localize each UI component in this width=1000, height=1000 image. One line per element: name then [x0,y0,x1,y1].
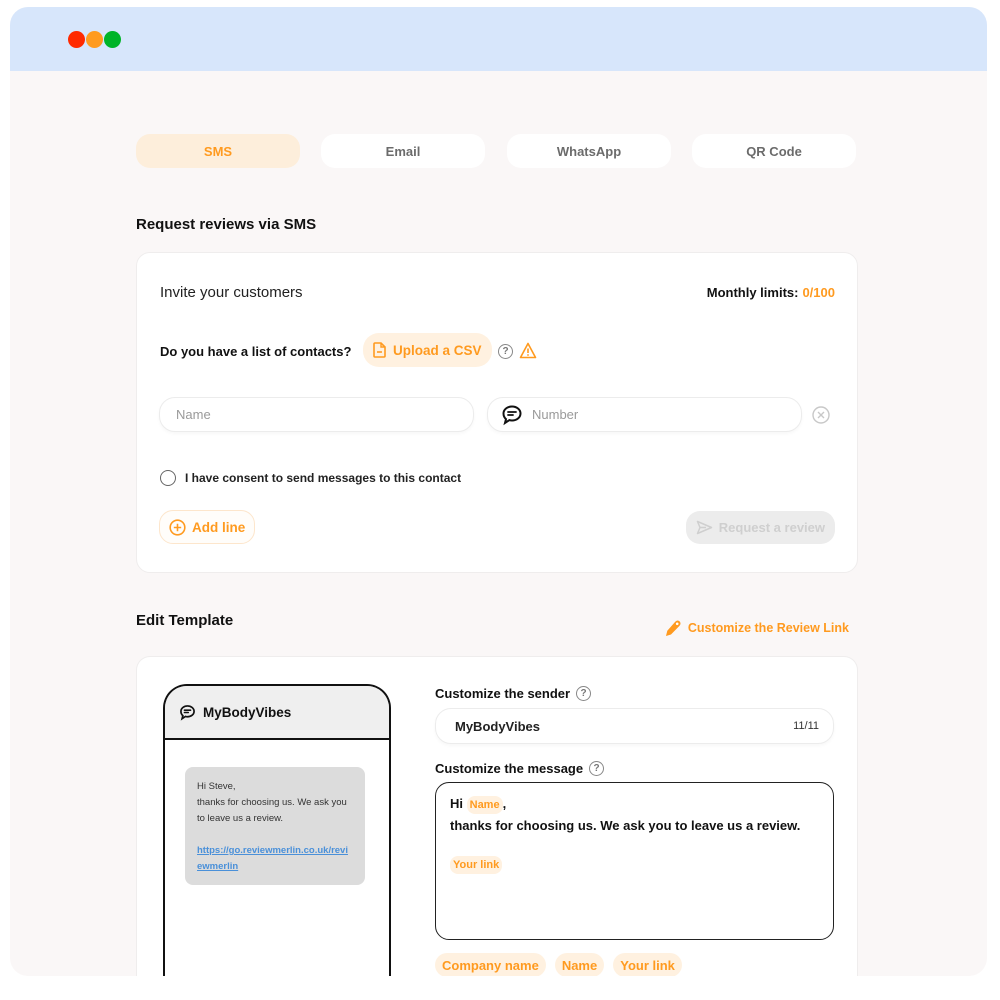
sender-char-count: 11/11 [793,720,819,732]
message-comma: , [502,796,507,811]
upload-csv-label: Upload a CSV [393,342,482,358]
name-field[interactable] [159,397,474,432]
question-icon[interactable]: ? [589,761,605,776]
message-bubble-icon [502,404,522,425]
tab-sms[interactable]: SMS [136,134,300,168]
remove-line-icon[interactable] [812,406,830,424]
preview-greeting: Hi Steve, [197,781,236,792]
request-review-label: Request a review [718,520,825,535]
pen-icon [665,620,681,636]
phone-preview: MyBodyVibes Hi Steve, thanks for choosin… [163,684,391,976]
monthly-limits-label: Monthly limits: [706,285,799,300]
consent-label: I have consent to send messages to this … [185,471,462,485]
upload-csv-button[interactable]: Upload a CSV [363,333,492,367]
phone-sender-name: MyBodyVibes [203,704,292,720]
request-review-button[interactable]: Request a review [685,511,835,544]
name-token[interactable]: Name [466,796,503,814]
tab-qr-code[interactable]: QR Code [692,134,856,168]
chip-your-link[interactable]: Your link [613,953,682,976]
message-label-text: Customize the message [435,761,584,776]
browser-window: SMS Email WhatsApp QR Code Request revie… [10,7,987,976]
edit-template-title: Edit Template [136,612,234,629]
message-editor[interactable]: Hi Name, thanks for choosing us. We ask … [435,782,834,940]
sender-label: Customize the sender ? [435,686,592,701]
customize-review-link-label: Customize the Review Link [687,621,849,635]
variable-chips: Company name Name Your link [435,953,682,976]
template-card: MyBodyVibes Hi Steve, thanks for choosin… [136,656,858,976]
question-icon[interactable]: ? [498,344,513,359]
send-icon [696,520,713,535]
contacts-question: Do you have a list of contacts? [160,344,352,359]
message-body: thanks for choosing us. We ask you to le… [450,818,801,833]
tab-whatsapp[interactable]: WhatsApp [507,134,671,168]
invite-label: Invite your customers [160,284,303,301]
name-input[interactable] [176,407,473,422]
add-line-button[interactable]: Add line [159,510,256,544]
sender-label-text: Customize the sender [435,686,571,701]
monthly-limits-value: 0/100 [802,285,835,300]
page-content: SMS Email WhatsApp QR Code Request revie… [10,71,987,976]
message-label: Customize the message ? [435,761,605,776]
sender-input[interactable]: MyBodyVibes 11/11 [435,708,834,744]
sms-preview-bubble: Hi Steve, thanks for choosing us. We ask… [185,767,365,885]
file-icon [373,342,386,358]
title-bar [10,7,987,71]
warning-icon[interactable] [519,342,537,359]
preview-review-link[interactable]: https://go.reviewmerlin.co.uk/reviewmerl… [197,843,353,875]
request-section-title: Request reviews via SMS [136,216,317,233]
number-input[interactable] [532,407,801,422]
phone-header: MyBodyVibes [165,686,389,740]
add-line-label: Add line [192,519,246,535]
consent-checkbox[interactable] [160,470,176,486]
message-greeting: Hi [450,796,463,811]
preview-body: thanks for choosing us. We ask you to le… [197,797,347,824]
monthly-limits: Monthly limits: 0/100 [707,285,835,300]
number-field[interactable] [487,397,802,432]
message-bubble-icon [180,704,195,721]
minimize-window-button[interactable] [86,31,103,48]
chip-company-name[interactable]: Company name [435,953,546,976]
tab-email[interactable]: Email [321,134,485,168]
chip-name[interactable]: Name [554,953,605,976]
invite-card: Invite your customers Monthly limits: 0/1… [136,252,858,573]
customize-review-link[interactable]: Customize the Review Link [664,619,849,637]
sender-value: MyBodyVibes [455,718,541,734]
maximize-window-button[interactable] [104,31,121,48]
channel-tabs: SMS Email WhatsApp QR Code [136,134,858,168]
plus-circle-icon [169,518,186,536]
close-window-button[interactable] [68,31,85,48]
consent-row: I have consent to send messages to this … [160,470,461,486]
link-token[interactable]: Your link [450,856,503,874]
question-icon[interactable]: ? [576,686,592,701]
